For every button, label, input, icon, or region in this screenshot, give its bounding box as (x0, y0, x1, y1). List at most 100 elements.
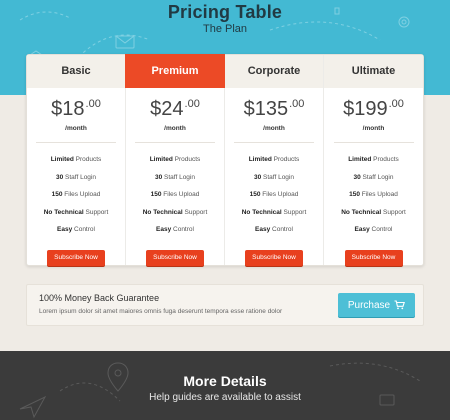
plan-name: Corporate (225, 55, 323, 88)
feature-text: Support (83, 208, 109, 216)
footer-band: More Details Help guides are available t… (0, 351, 450, 420)
divider (135, 142, 215, 143)
feature-bold: No Technical (341, 208, 382, 216)
feature-text: Support (182, 208, 208, 216)
subscribe-button-ultimate[interactable]: Subscribe Now (344, 249, 403, 266)
feature-item: Limited Products (27, 151, 125, 169)
feature-bold: 30 (353, 173, 361, 181)
plan-name: Ultimate (324, 55, 423, 88)
subscribe-button-corporate[interactable]: Subscribe Now (245, 249, 303, 266)
feature-item: No Technical Support (324, 204, 423, 222)
feature-text: Staff Login (261, 173, 294, 181)
feature-text: Files Upload (161, 191, 200, 198)
feature-text: Staff Login (360, 173, 394, 181)
feature-item: Easy Control (324, 221, 423, 239)
page-subtitle: The Plan (202, 23, 248, 35)
feature-item: 150 Files Upload (126, 186, 224, 204)
feature-bold: 150 (249, 191, 261, 198)
purchase-label: Purchase (347, 299, 391, 311)
feature-bold: 150 (150, 191, 162, 198)
cart-icon (394, 300, 406, 310)
feature-bold: Limited (248, 156, 272, 163)
feature-bold: 150 (51, 191, 63, 198)
feature-bold: 150 (349, 191, 360, 198)
price-cents: .00 (184, 98, 200, 110)
feature-item: 30 Staff Login (225, 169, 323, 187)
plan-price: $18.00 (27, 98, 125, 126)
divider (333, 142, 414, 143)
feature-item: Limited Products (324, 151, 423, 169)
feature-item: 30 Staff Login (324, 169, 423, 187)
price-amount: $18 (51, 98, 85, 120)
price-cents: .00 (289, 98, 305, 110)
feature-bold: Easy (255, 226, 271, 233)
guarantee-panel: 100% Money Back Guarantee Lorem ipsum do… (26, 284, 424, 326)
feature-item: Limited Products (225, 151, 323, 169)
plan-name: Premium (125, 54, 225, 88)
feature-item: Easy Control (225, 221, 323, 239)
feature-item: Easy Control (126, 221, 224, 239)
feature-text: Products (271, 156, 300, 163)
plan-column-basic: Basic $18.00 /month Limited Products 30 … (27, 55, 126, 266)
feature-text: Files Upload (359, 191, 398, 198)
plan-price: $24.00 (126, 98, 224, 126)
plan-column-corporate: Corporate $135.00 /month Limited Product… (225, 55, 324, 266)
pricing-table: Basic $18.00 /month Limited Products 30 … (26, 54, 424, 266)
feature-text: Support (381, 208, 406, 216)
subscribe-button-basic[interactable]: Subscribe Now (47, 249, 105, 266)
feature-text: Files Upload (260, 191, 299, 198)
feature-text: Staff Login (162, 173, 195, 181)
feature-item: 150 Files Upload (27, 186, 125, 204)
feature-bold: No Technical (241, 208, 282, 216)
price-period: /month (164, 125, 186, 132)
price-amount: $199 (343, 98, 388, 120)
feature-item: Limited Products (126, 151, 224, 169)
feature-bold: Easy (57, 226, 73, 233)
feature-item: 150 Files Upload (324, 186, 423, 204)
page-title: Pricing Table (167, 2, 283, 22)
subscribe-button-premium[interactable]: Subscribe Now (146, 249, 204, 266)
feature-bold: No Technical (43, 208, 84, 216)
price-amount: $135 (243, 98, 289, 120)
purchase-button[interactable]: Purchase (338, 293, 415, 317)
feature-list: Limited Products 30 Staff Login 150 File… (324, 151, 423, 239)
feature-bold: Limited (50, 156, 74, 163)
plan-price: $199.00 (324, 98, 423, 126)
price-cents: .00 (85, 98, 101, 110)
feature-text: Staff Login (63, 173, 96, 181)
feature-item: No Technical Support (126, 204, 224, 222)
feature-bold: Easy (156, 226, 172, 233)
feature-bold: Limited (149, 156, 173, 163)
feature-bold: Easy (354, 226, 370, 233)
feature-bold: No Technical (142, 208, 183, 216)
feature-list: Limited Products 30 Staff Login 150 File… (126, 151, 224, 239)
feature-item: 30 Staff Login (126, 169, 224, 187)
feature-text: Products (73, 156, 102, 163)
feature-text: Products (172, 156, 201, 163)
feature-list: Limited Products 30 Staff Login 150 File… (225, 151, 323, 239)
divider (234, 142, 314, 143)
feature-item: No Technical Support (27, 204, 125, 222)
more-details-subtitle: Help guides are available to assist (149, 392, 301, 403)
divider (36, 142, 116, 143)
plan-column-ultimate: Ultimate $199.00 /month Limited Products… (324, 55, 423, 266)
plan-name: Basic (27, 55, 125, 88)
guarantee-title: 100% Money Back Guarantee (39, 293, 160, 303)
feature-bold: Limited (348, 156, 372, 163)
feature-item: No Technical Support (225, 204, 323, 222)
feature-text: Control (270, 226, 293, 233)
price-amount: $24 (150, 98, 184, 120)
price-cents: .00 (388, 98, 404, 110)
feature-text: Files Upload (62, 191, 101, 198)
guarantee-text: Lorem ipsum dolor sit amet maiores omnis… (39, 308, 283, 315)
feature-item: Easy Control (27, 221, 125, 239)
plan-column-premium: Premium $24.00 /month Limited Products 3… (125, 54, 225, 266)
feature-item: 150 Files Upload (225, 186, 323, 204)
feature-text: Support (281, 208, 307, 216)
feature-list: Limited Products 30 Staff Login 150 File… (27, 151, 125, 239)
more-details-title: More Details (183, 373, 267, 389)
plan-price: $135.00 (225, 98, 323, 126)
feature-text: Control (171, 226, 194, 233)
price-period: /month (362, 125, 385, 132)
feature-item: 30 Staff Login (27, 169, 125, 187)
